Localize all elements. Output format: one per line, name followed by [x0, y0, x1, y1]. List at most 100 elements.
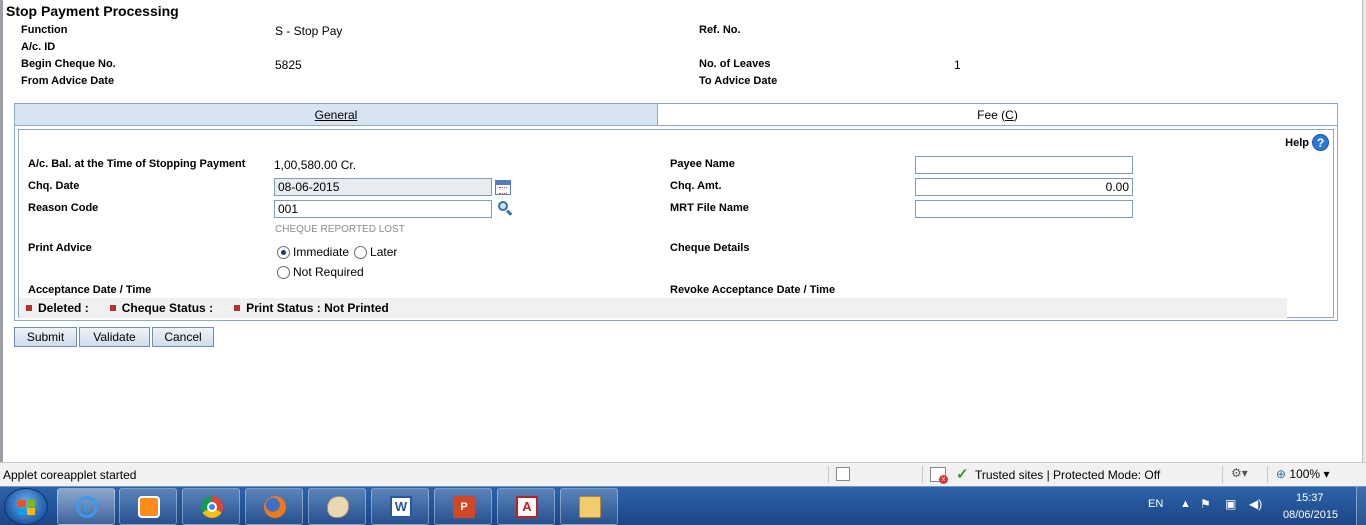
show-desktop-button[interactable]	[1356, 487, 1366, 525]
tab-fee[interactable]: Fee (C)	[658, 104, 1337, 126]
to-advice-date-label: To Advice Date	[699, 75, 778, 87]
browser-status-bar: Applet coreapplet started x ✓ Trusted si…	[0, 462, 1366, 486]
calendar-icon[interactable]	[495, 180, 511, 195]
deleted-status: Deleted :	[19, 301, 89, 315]
page-title: Stop Payment Processing	[6, 3, 179, 19]
deleted-label: Deleted	[38, 301, 82, 315]
ac-balance-label: A/c. Bal. at the Time of Stopping Paymen…	[28, 158, 246, 170]
cheque-status: Cheque Status :	[103, 301, 213, 315]
payee-name-input[interactable]	[915, 156, 1133, 174]
radio-later-label: Later	[370, 245, 398, 259]
media-player-icon[interactable]	[119, 488, 177, 525]
help-label: Help	[1285, 136, 1309, 149]
vertical-scrollbar[interactable]	[1362, 0, 1366, 462]
validate-button[interactable]: Validate	[79, 327, 150, 347]
reason-code-label: Reason Code	[28, 202, 99, 214]
page-icon	[836, 467, 850, 481]
print-status-value: Not Printed	[324, 301, 389, 315]
clock-date[interactable]: 08/06/2015	[1283, 509, 1338, 521]
cheque-status-label: Cheque Status	[121, 301, 206, 315]
file-explorer-icon[interactable]	[560, 488, 618, 525]
reason-code-description: CHEQUE REPORTED LOST	[275, 224, 405, 235]
mrt-file-input[interactable]	[915, 200, 1133, 218]
status-divider	[828, 466, 829, 483]
search-icon[interactable]	[497, 200, 513, 216]
print-advice-radio-group: Immediate Later	[277, 245, 397, 259]
cheque-status-sep: :	[209, 301, 214, 315]
protected-mode-icon[interactable]: ⚙▾	[1231, 466, 1248, 480]
tab-general[interactable]: General	[15, 104, 658, 126]
clock-time[interactable]: 15:37	[1296, 492, 1324, 504]
windows-taskbar: e W P A EN ▲ ⚑ ▣ ◀) 15:37 08/06/2015	[0, 486, 1366, 525]
start-button[interactable]	[4, 488, 48, 525]
ref-no-label: Ref. No.	[699, 24, 741, 36]
app-window: Stop Payment Processing Function S - Sto…	[0, 0, 1366, 525]
radio-not-required[interactable]	[277, 265, 290, 279]
radio-not-required-label: Not Required	[293, 265, 364, 279]
print-status-label: Print Status	[246, 301, 314, 315]
print-advice-radio-group-2: Not Required	[277, 265, 364, 279]
general-form: Help? A/c. Bal. at the Time of Stopping …	[18, 129, 1334, 318]
begin-cheque-label: Begin Cheque No.	[21, 58, 116, 70]
windows-logo-icon	[18, 500, 36, 515]
window-left-border	[0, 0, 3, 462]
cheque-details-label: Cheque Details	[670, 242, 750, 254]
cancel-button[interactable]: Cancel	[152, 327, 214, 347]
help-link[interactable]: Help?	[1285, 134, 1329, 151]
tab-fee-label: Fee (	[977, 108, 1006, 122]
language-indicator[interactable]: EN	[1148, 498, 1163, 510]
bullet-icon	[234, 305, 241, 311]
mrt-file-label: MRT File Name	[670, 202, 749, 214]
radio-immediate-label: Immediate	[293, 245, 350, 259]
browser-status-text: Applet coreapplet started	[3, 468, 137, 482]
function-label: Function	[21, 24, 68, 36]
no-of-leaves-value: 1	[954, 58, 961, 72]
tab-general-label: General	[314, 108, 358, 122]
status-strip: Deleted : Cheque Status : Print Status :…	[19, 298, 1287, 318]
word-icon[interactable]: W	[371, 488, 429, 525]
chq-date-label: Chq. Date	[28, 180, 80, 192]
firefox-icon[interactable]	[245, 488, 303, 525]
internet-explorer-icon[interactable]: e	[57, 488, 115, 525]
print-status: Print Status : Not Printed	[227, 301, 389, 315]
radio-later[interactable]	[354, 245, 368, 259]
function-value: S - Stop Pay	[275, 24, 343, 38]
status-divider	[1267, 466, 1268, 483]
chrome-icon[interactable]	[182, 488, 240, 525]
zoom-control[interactable]: ⊕ 100% ▾	[1276, 467, 1329, 481]
chq-date-input[interactable]: 08-06-2015	[274, 178, 492, 196]
powerpoint-icon[interactable]: P	[434, 488, 492, 525]
volume-icon[interactable]: ◀)	[1249, 497, 1262, 511]
status-divider	[922, 466, 923, 483]
network-icon[interactable]: ▣	[1225, 497, 1236, 511]
tab-fee-accesskey: C	[1005, 108, 1014, 122]
zoom-level: 100%	[1289, 467, 1321, 481]
revoke-acceptance-label: Revoke Acceptance Date / Time	[670, 284, 836, 296]
zoom-icon: ⊕	[1276, 467, 1287, 481]
chq-amt-input[interactable]: 0.00	[915, 178, 1133, 196]
begin-cheque-value: 5825	[275, 58, 302, 72]
acrobat-icon[interactable]: A	[497, 488, 555, 525]
action-center-icon[interactable]: ⚑	[1200, 497, 1211, 511]
check-icon: ✓	[956, 466, 969, 483]
help-icon[interactable]: ?	[1312, 134, 1329, 151]
tab-fee-label-end: )	[1013, 108, 1018, 122]
deleted-sep: :	[84, 301, 89, 315]
chq-amt-label: Chq. Amt.	[670, 180, 722, 192]
ac-balance-value: 1,00,580.00 Cr.	[274, 158, 357, 172]
show-hidden-icons-icon[interactable]: ▲	[1180, 498, 1191, 510]
popup-blocked-icon[interactable]: x	[930, 467, 948, 484]
submit-button[interactable]: Submit	[14, 327, 77, 347]
paint-icon[interactable]	[308, 488, 366, 525]
from-advice-date-label: From Advice Date	[21, 75, 115, 87]
radio-immediate[interactable]	[277, 245, 290, 259]
security-zone-text: Trusted sites | Protected Mode: Off	[975, 468, 1161, 482]
tab-panel: General Fee (C) Help? A/c. Bal. at the T…	[14, 103, 1338, 321]
bullet-icon	[109, 305, 116, 311]
status-divider	[1222, 466, 1223, 483]
reason-code-input[interactable]: 001	[274, 200, 492, 218]
print-status-sep: :	[316, 301, 321, 315]
print-advice-label: Print Advice	[28, 242, 92, 254]
payee-name-label: Payee Name	[670, 158, 735, 170]
acceptance-date-label: Acceptance Date / Time	[28, 284, 152, 296]
